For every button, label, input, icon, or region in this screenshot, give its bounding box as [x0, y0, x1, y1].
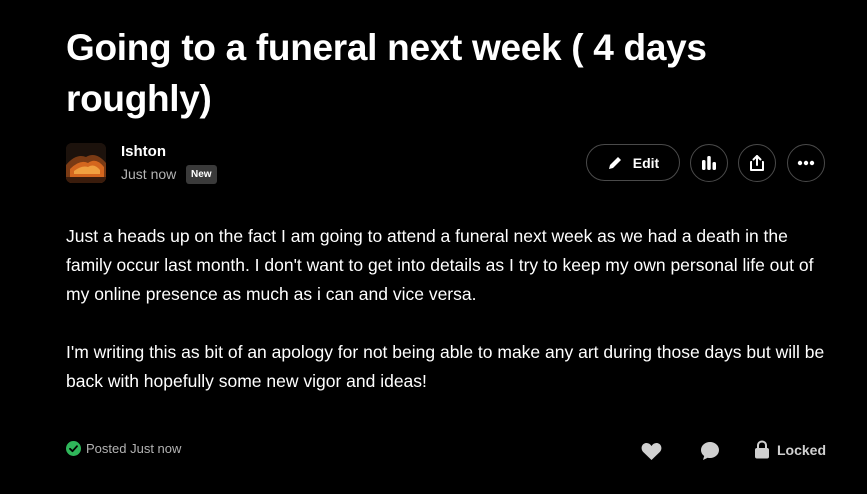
pencil-icon: [608, 156, 621, 169]
post-title: Going to a funeral next week ( 4 days ro…: [66, 27, 707, 119]
stats-button[interactable]: [690, 144, 728, 182]
author-name[interactable]: Ishton: [121, 143, 166, 161]
posted-label: Posted Just now: [86, 441, 182, 456]
post-body: Just a heads up on the fact I am going t…: [66, 222, 826, 425]
post-page: Going to a funeral next week ( 4 days ro…: [0, 0, 867, 494]
post-paragraph: Just a heads up on the fact I am going t…: [66, 226, 814, 304]
avatar-image: [66, 143, 106, 183]
lock-icon: [755, 440, 769, 459]
more-icon: [797, 160, 815, 166]
share-icon: [750, 155, 764, 171]
like-button[interactable]: [640, 440, 662, 462]
edit-button[interactable]: Edit: [586, 144, 680, 181]
more-button[interactable]: [787, 144, 825, 182]
heart-icon: [641, 442, 661, 460]
edit-button-label: Edit: [632, 154, 660, 171]
comment-button[interactable]: [699, 440, 721, 462]
post-footer: Posted Just now Locked: [66, 437, 826, 463]
post-paragraph: I'm writing this as bit of an apology fo…: [66, 342, 825, 391]
share-button[interactable]: [738, 144, 776, 182]
locked-label: Locked: [777, 441, 827, 458]
author-avatar[interactable]: [66, 143, 106, 183]
new-badge: New: [186, 165, 217, 184]
posted-status: Posted Just now: [66, 441, 181, 456]
check-circle-icon: [66, 441, 81, 456]
bar-chart-icon: [702, 156, 716, 170]
author-row: Ishton Just now New Edit: [66, 143, 826, 185]
comment-icon: [701, 442, 719, 460]
locked-status[interactable]: Locked: [754, 440, 826, 459]
post-timestamp: Just now: [121, 166, 177, 182]
